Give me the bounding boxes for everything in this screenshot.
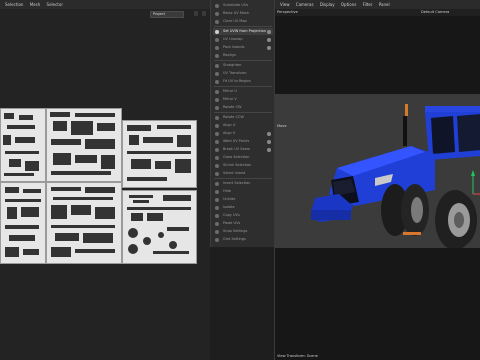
- command-icon: [215, 147, 219, 152]
- divider: [214, 112, 272, 113]
- menu-filter[interactable]: Filter: [363, 0, 373, 9]
- menu-cameras[interactable]: Cameras: [296, 0, 314, 9]
- cmd-item[interactable]: Grid Settings: [213, 236, 273, 243]
- command-icon: [215, 71, 219, 76]
- gear-icon[interactable]: [267, 147, 271, 152]
- command-icon: [215, 171, 219, 176]
- 3d-viewport[interactable]: View Cameras Display Options Filter Pane…: [274, 0, 480, 360]
- cmd-item[interactable]: Rotate CW: [213, 104, 273, 111]
- cmd-item[interactable]: Rotate CCW: [213, 114, 273, 121]
- cmd-item[interactable]: UV Transform: [213, 70, 273, 77]
- command-icon: [215, 181, 219, 186]
- command-icon: [215, 3, 219, 8]
- cmd-item[interactable]: Straighten: [213, 62, 273, 69]
- menu-view[interactable]: View: [280, 0, 290, 9]
- command-icon: [215, 45, 219, 50]
- cmd-item[interactable]: Align U: [213, 122, 273, 129]
- menu-selector[interactable]: Selector: [47, 0, 63, 9]
- divider: [214, 178, 272, 179]
- command-icon: [215, 19, 219, 24]
- cmd-item[interactable]: Subdivide UVs: [213, 2, 273, 9]
- uv-tile-4: [0, 182, 46, 264]
- command-icon: [215, 89, 219, 94]
- uv-editor-view[interactable]: Project: [0, 9, 210, 360]
- command-icon: [215, 97, 219, 102]
- uv-tile-5: [46, 182, 122, 264]
- menu-display[interactable]: Display: [320, 0, 335, 9]
- gear-icon[interactable]: [267, 37, 271, 42]
- viewport-header: Perspective Default Camera: [275, 9, 480, 16]
- cmd-item[interactable]: Shrink Selection: [213, 162, 273, 169]
- uv-tile-6: [122, 190, 197, 264]
- command-icon: [215, 163, 219, 168]
- uv-menubar: Selection Mesh Selector: [0, 0, 210, 9]
- uv-tile-3: [122, 120, 197, 188]
- cmd-item[interactable]: Mirror U: [213, 88, 273, 95]
- command-icon: [215, 229, 219, 234]
- command-icon: [215, 139, 219, 144]
- cmd-item[interactable]: Pack Islands: [213, 44, 273, 51]
- projection-select[interactable]: Project: [150, 11, 184, 18]
- command-icon: [215, 205, 219, 210]
- cmd-item[interactable]: Select Island: [213, 170, 273, 177]
- view-transform-label: View Transform: Scene: [277, 354, 318, 358]
- command-icon: [215, 105, 219, 110]
- uv-command-panel: Subdivide UVs Relax UV Mesh Clear UV Map…: [210, 0, 275, 247]
- command-icon: [215, 155, 219, 160]
- divider: [214, 26, 272, 27]
- gear-icon[interactable]: [267, 29, 271, 34]
- command-icon: [215, 115, 219, 120]
- command-icon: [215, 123, 219, 128]
- uv-tile-2: [46, 108, 122, 182]
- command-icon: [215, 197, 219, 202]
- command-icon: [215, 237, 219, 242]
- cmd-item[interactable]: Align V: [213, 130, 273, 137]
- cmd-item[interactable]: Copy UVs: [213, 212, 273, 219]
- divider: [214, 60, 272, 61]
- tractor-model[interactable]: [275, 94, 480, 248]
- view-settings-icon[interactable]: [194, 11, 198, 16]
- cmd-item[interactable]: Snap Settings: [213, 228, 273, 235]
- menu-panel[interactable]: Panel: [379, 0, 390, 9]
- command-icon: [215, 189, 219, 194]
- cmd-item[interactable]: Realign: [213, 52, 273, 59]
- uv-tile-1: [0, 108, 46, 182]
- cmd-set-uvw-from-projection[interactable]: Set UVW from Projection: [213, 28, 273, 35]
- command-icon: [215, 29, 219, 34]
- menu-selection[interactable]: Selection: [5, 0, 23, 9]
- cmd-item[interactable]: Break UV Seam: [213, 146, 273, 153]
- view-mode-label: Perspective: [277, 10, 298, 14]
- cmd-item[interactable]: Isolate: [213, 204, 273, 211]
- cmd-item[interactable]: Unhide: [213, 196, 273, 203]
- command-icon: [215, 79, 219, 84]
- cmd-item[interactable]: UV Unwrap: [213, 36, 273, 43]
- command-icon: [215, 213, 219, 218]
- gear-icon[interactable]: [267, 131, 271, 136]
- cmd-item[interactable]: Grow Selection: [213, 154, 273, 161]
- camera-label[interactable]: Default Camera: [421, 10, 449, 14]
- cmd-item[interactable]: Invert Selection: [213, 180, 273, 187]
- cmd-item[interactable]: Hide: [213, 188, 273, 195]
- panel-toggle-icon[interactable]: [202, 11, 206, 16]
- gear-icon[interactable]: [267, 45, 271, 50]
- command-icon: [215, 131, 219, 136]
- menu-mesh[interactable]: Mesh: [30, 0, 41, 9]
- menu-options[interactable]: Options: [341, 0, 356, 9]
- viewport-menubar: View Cameras Display Options Filter Pane…: [275, 0, 480, 9]
- cmd-item[interactable]: Relax UV Mesh: [213, 10, 273, 17]
- command-icon: [215, 63, 219, 68]
- command-icon: [215, 221, 219, 226]
- viewport-scene[interactable]: Move: [275, 94, 480, 248]
- cmd-item[interactable]: Fit UV to Region: [213, 78, 273, 85]
- cmd-item[interactable]: Clear UV Map: [213, 18, 273, 25]
- empty-region: [210, 247, 274, 360]
- divider: [214, 86, 272, 87]
- command-icon: [215, 37, 219, 42]
- command-icon: [215, 11, 219, 16]
- command-icon: [215, 53, 219, 58]
- cmd-item[interactable]: Paste UVs: [213, 220, 273, 227]
- gear-icon[interactable]: [267, 139, 271, 144]
- cmd-item[interactable]: Weld UV Points: [213, 138, 273, 145]
- cmd-item[interactable]: Mirror V: [213, 96, 273, 103]
